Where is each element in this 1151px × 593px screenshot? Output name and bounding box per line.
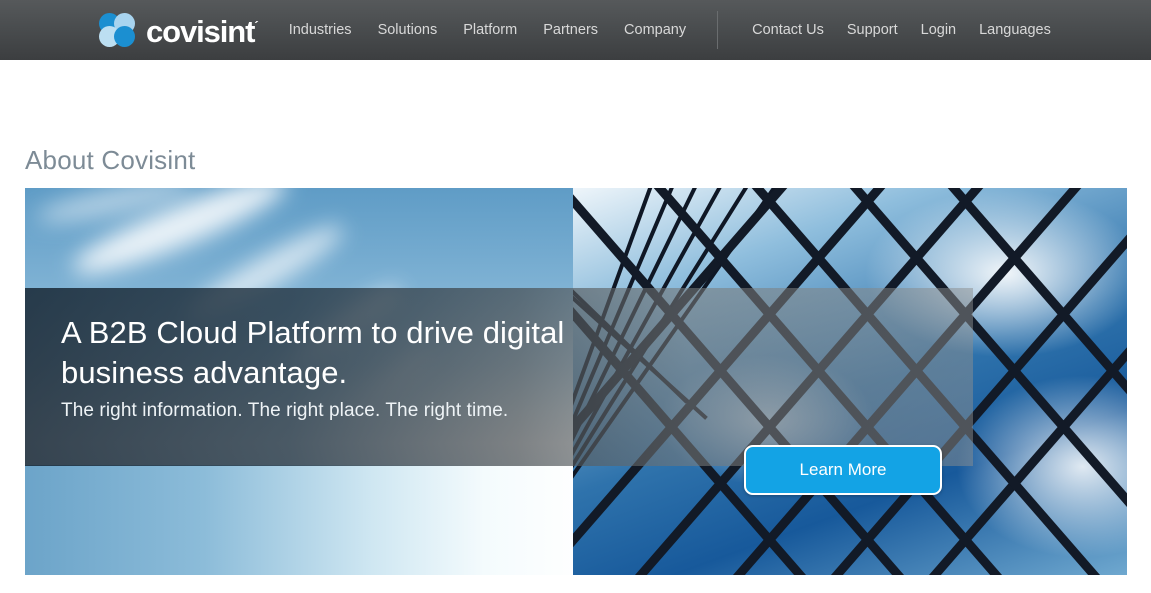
nav-item-support[interactable]: Support <box>847 23 898 38</box>
brand-name-text: covisint <box>146 13 255 49</box>
hero-lower-gradient <box>25 465 585 575</box>
learn-more-button[interactable]: Learn More <box>744 445 942 495</box>
four-circles-logo-icon <box>99 13 137 47</box>
brand-wordmark: covisint´ <box>146 16 259 47</box>
nav-item-industries[interactable]: Industries <box>289 23 352 38</box>
brand-logo-link[interactable]: covisint´ <box>99 13 259 47</box>
hero-subheading: The right information. The right place. … <box>61 400 509 421</box>
nav-item-languages[interactable]: Languages <box>979 23 1051 38</box>
nav-divider <box>717 11 719 49</box>
hero-text-overlay: A B2B Cloud Platform to drive digital bu… <box>25 288 973 495</box>
nav-item-solutions[interactable]: Solutions <box>378 23 438 38</box>
page-title: About Covisint <box>25 145 196 175</box>
nav-item-company[interactable]: Company <box>624 23 686 38</box>
nav-item-contact-us[interactable]: Contact Us <box>752 23 824 38</box>
nav-item-partners[interactable]: Partners <box>543 23 598 38</box>
hero-banner: A B2B Cloud Platform to drive digital bu… <box>25 188 1127 575</box>
hero-heading: A B2B Cloud Platform to drive digital bu… <box>61 315 565 390</box>
trademark-icon: ´ <box>254 18 259 34</box>
main-navigation: Industries Solutions Platform Partners C… <box>289 23 686 38</box>
nav-item-login[interactable]: Login <box>921 23 956 38</box>
site-header: covisint´ Industries Solutions Platform … <box>0 0 1151 60</box>
nav-item-platform[interactable]: Platform <box>463 23 517 38</box>
utility-navigation: Contact Us Support Login Languages <box>752 23 1051 38</box>
